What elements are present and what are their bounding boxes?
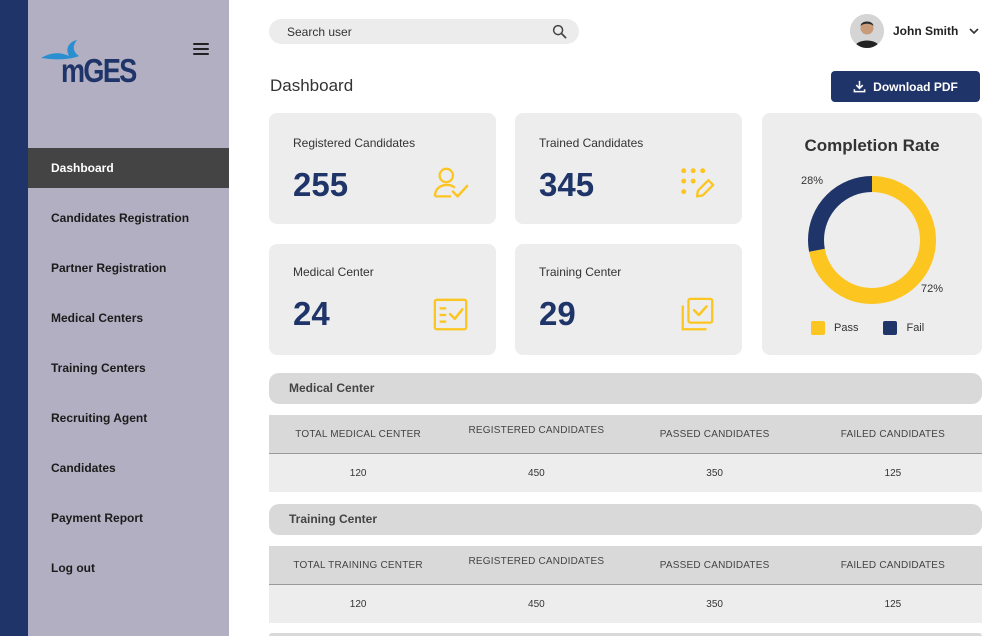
dots-pencil-icon — [681, 168, 715, 198]
completion-rate-title: Completion Rate — [804, 136, 940, 155]
table-cell: 120 — [349, 598, 367, 610]
card-medical-center: Medical Center 24 — [269, 244, 496, 355]
column-header: FAILED CANDIDATES — [840, 428, 946, 440]
table-cell: 125 — [884, 467, 902, 479]
sidebar-item-candidates[interactable]: Candidates — [28, 448, 229, 488]
table-row: 120 450 350 125 — [269, 454, 982, 492]
column-header: PASSED CANDIDATES — [659, 428, 770, 440]
chevron-down-icon[interactable] — [968, 25, 980, 37]
table-row: 120 450 350 125 — [269, 585, 982, 623]
table-cell: 450 — [528, 598, 545, 610]
sidebar-item-partner-registration[interactable]: Partner Registration — [28, 248, 229, 288]
table-cell: 120 — [349, 467, 367, 479]
card-value: 29 — [539, 295, 576, 332]
left-accent-strip — [0, 0, 28, 636]
column-header: TOTAL TRAINING CENTER — [293, 559, 423, 571]
search-icon[interactable] — [552, 24, 567, 39]
table-cell: 450 — [528, 467, 545, 479]
table-header: TOTAL TRAINING CENTER REGISTERED CANDIDA… — [269, 546, 982, 585]
table-header: TOTAL MEDICAL CENTER REGISTERED CANDIDAT… — [269, 415, 982, 454]
user-name: John Smith — [893, 24, 959, 38]
table-cell: 350 — [706, 467, 723, 479]
card-registered-candidates: Registered Candidates 255 — [269, 113, 496, 224]
download-icon — [853, 80, 866, 93]
column-header: TOTAL MEDICAL CENTER — [295, 428, 421, 440]
legend-fail-swatch — [883, 321, 898, 335]
training-center-table: TOTAL TRAINING CENTER REGISTERED CANDIDA… — [269, 546, 982, 623]
card-value: 255 — [293, 166, 349, 203]
medical-center-section-header[interactable]: Medical Center — [269, 373, 982, 404]
column-header: FAILED CANDIDATES — [840, 559, 946, 571]
card-label: Medical Center — [293, 265, 374, 279]
column-header: REGISTERED CANDIDATES — [468, 425, 605, 436]
card-label: Registered Candidates — [293, 136, 416, 150]
pass-percentage: 72% — [921, 283, 944, 295]
table-cell: 350 — [706, 598, 723, 610]
medical-center-table: TOTAL MEDICAL CENTER REGISTERED CANDIDAT… — [269, 415, 982, 492]
column-header: PASSED CANDIDATES — [659, 559, 770, 571]
column-header: REGISTERED CANDIDATES — [468, 556, 605, 567]
legend-pass-label: Pass — [834, 322, 859, 334]
card-training-center: Training Center 29 — [515, 244, 742, 355]
search-bar — [269, 19, 579, 44]
table-cell: 125 — [884, 598, 902, 610]
completion-rate-card: Completion Rate 28% 72% Pass Fail — [762, 113, 982, 355]
stacked-check-icon — [681, 297, 714, 331]
card-label: Training Center — [539, 265, 622, 279]
legend-pass-swatch — [811, 321, 825, 335]
user-check-icon — [433, 167, 469, 198]
sidebar-item-recruiting-agent[interactable]: Recruiting Agent — [28, 398, 229, 438]
sidebar-item-log-out[interactable]: Log out — [28, 548, 229, 588]
card-value: 345 — [539, 166, 595, 203]
checklist-icon — [433, 298, 468, 331]
card-label: Trained Candidates — [539, 136, 644, 150]
sidebar-item-candidates-registration[interactable]: Candidates Registration — [28, 198, 229, 238]
legend-pass: Pass — [811, 321, 858, 335]
logo-text: mGES — [61, 52, 137, 89]
user-menu[interactable]: John Smith — [850, 14, 980, 48]
page-title: Dashboard — [270, 76, 354, 95]
search-input[interactable] — [287, 19, 537, 44]
card-value: 24 — [293, 295, 330, 332]
sidebar-item-training-centers[interactable]: Training Centers — [28, 348, 229, 388]
download-pdf-label: Download PDF — [873, 79, 958, 94]
sidebar-item-medical-centers[interactable]: Medical Centers — [28, 298, 229, 338]
fail-percentage: 28% — [801, 175, 824, 187]
download-pdf-button[interactable]: Download PDF — [831, 71, 980, 102]
training-center-section-header[interactable]: Training Center — [269, 504, 982, 535]
card-trained-candidates: Trained Candidates 345 — [515, 113, 742, 224]
legend-fail: Fail — [883, 321, 924, 335]
sidebar-item-dashboard[interactable]: Dashboard — [28, 148, 229, 188]
sidebar-nav: Dashboard Candidates Registration Partne… — [28, 148, 229, 598]
sidebar: mGES Dashboard Candidates Registration P… — [28, 0, 229, 636]
avatar — [850, 14, 884, 48]
menu-hamburger-icon[interactable] — [193, 43, 209, 57]
completion-legend: Pass Fail — [811, 321, 949, 335]
legend-fail-label: Fail — [906, 322, 925, 334]
sidebar-item-payment-report[interactable]: Payment Report — [28, 498, 229, 538]
